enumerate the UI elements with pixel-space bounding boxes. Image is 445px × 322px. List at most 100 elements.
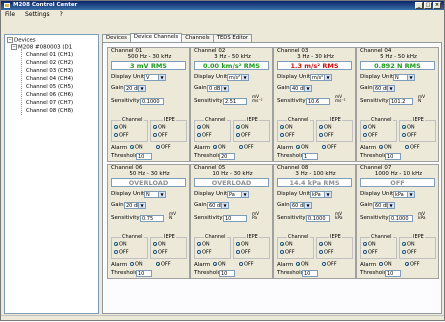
display-unit-select[interactable]: kPa ▼	[310, 191, 332, 198]
channel-on-radio[interactable]: ON	[280, 242, 293, 248]
iepe-on-radio[interactable]: ON	[236, 242, 249, 248]
radio-icon[interactable]	[319, 242, 323, 246]
alarm-off-radio[interactable]: OFF	[405, 145, 420, 151]
iepe-off-radio[interactable]: OFF	[402, 250, 417, 256]
chevron-down-icon[interactable]: ▼	[138, 203, 145, 208]
tree-channel-item[interactable]: Channel 06 (CH6)	[26, 92, 73, 98]
tree-channel-item[interactable]: Channel 04 (CH4)	[26, 76, 73, 82]
threshold-field[interactable]: 10	[136, 153, 152, 160]
channel-off-radio[interactable]: OFF	[114, 250, 129, 256]
radio-icon[interactable]	[402, 125, 406, 129]
sensitivity-field[interactable]: 2.51	[223, 98, 247, 105]
device-tree[interactable]: − Devices − M208 #080003 (D1 Channel 01 (C…	[4, 34, 99, 314]
threshold-field[interactable]: 10	[385, 270, 401, 277]
chevron-down-icon[interactable]: ▼	[221, 86, 228, 91]
radio-icon[interactable]	[114, 133, 118, 137]
threshold-field[interactable]: 10	[302, 270, 318, 277]
channel-off-radio[interactable]: OFF	[280, 250, 295, 256]
radio-icon[interactable]	[236, 250, 240, 254]
display-unit-select[interactable]: Pa ▼	[227, 191, 249, 198]
gain-select[interactable]: 60 dB ▼	[207, 202, 229, 209]
minimize-button[interactable]: _	[415, 2, 423, 9]
chevron-down-icon[interactable]: ▼	[387, 86, 394, 91]
gain-select[interactable]: 60 dB ▼	[290, 202, 312, 209]
close-button[interactable]: ×	[433, 2, 441, 9]
collapse-icon[interactable]: −	[11, 44, 17, 50]
sensitivity-field[interactable]: 10.6	[306, 98, 330, 105]
radio-icon[interactable]	[153, 242, 157, 246]
radio-icon[interactable]	[363, 133, 367, 137]
alarm-on-radio[interactable]: ON	[130, 262, 143, 268]
sensitivity-field[interactable]: 0.1000	[306, 215, 330, 222]
alarm-off-radio[interactable]: OFF	[322, 262, 337, 268]
gain-select[interactable]: 0 dB ▼	[207, 85, 229, 92]
gain-select[interactable]: 40 dB ▼	[290, 85, 312, 92]
display-unit-select[interactable]: N ▼	[393, 74, 415, 81]
sensitivity-field[interactable]: 0.1000	[140, 98, 164, 105]
display-unit-select[interactable]: V ▼	[144, 74, 166, 81]
alarm-on-radio[interactable]: ON	[296, 262, 309, 268]
radio-icon[interactable]	[239, 145, 243, 149]
gain-select[interactable]: 20 dB ▼	[124, 202, 146, 209]
alarm-on-radio[interactable]: ON	[213, 145, 226, 151]
iepe-on-radio[interactable]: ON	[153, 242, 166, 248]
maximize-button[interactable]: □	[424, 2, 432, 9]
radio-icon[interactable]	[405, 145, 409, 149]
channel-on-radio[interactable]: ON	[363, 242, 376, 248]
chevron-down-icon[interactable]: ▼	[324, 75, 331, 80]
chevron-down-icon[interactable]: ▼	[304, 203, 311, 208]
alarm-off-radio[interactable]: OFF	[405, 262, 420, 268]
threshold-field[interactable]: 10	[136, 270, 152, 277]
alarm-on-radio[interactable]: ON	[379, 262, 392, 268]
menu-file[interactable]: File	[5, 10, 15, 19]
alarm-on-radio[interactable]: ON	[130, 145, 143, 151]
tab-channels[interactable]: Channels	[181, 34, 214, 42]
channel-on-radio[interactable]: ON	[114, 125, 127, 131]
tree-channel-item[interactable]: Channel 08 (CH8)	[26, 108, 73, 114]
tree-channel-item[interactable]: Channel 02 (CH2)	[26, 60, 73, 66]
chevron-down-icon[interactable]: ▼	[158, 75, 165, 80]
iepe-off-radio[interactable]: OFF	[153, 133, 168, 139]
alarm-off-radio[interactable]: OFF	[239, 145, 254, 151]
tree-root[interactable]: − Devices	[7, 37, 36, 44]
radio-icon[interactable]	[153, 250, 157, 254]
channel-off-radio[interactable]: OFF	[363, 250, 378, 256]
radio-icon[interactable]	[379, 145, 383, 149]
radio-icon[interactable]	[363, 242, 367, 246]
channel-off-radio[interactable]: OFF	[280, 133, 295, 139]
alarm-off-radio[interactable]: OFF	[239, 262, 254, 268]
threshold-field[interactable]: 20	[219, 153, 235, 160]
iepe-on-radio[interactable]: ON	[236, 125, 249, 131]
iepe-on-radio[interactable]: ON	[402, 125, 415, 131]
alarm-on-radio[interactable]: ON	[379, 145, 392, 151]
iepe-on-radio[interactable]: ON	[319, 242, 332, 248]
threshold-field[interactable]: 10	[219, 270, 235, 277]
radio-icon[interactable]	[197, 242, 201, 246]
channel-on-radio[interactable]: ON	[114, 242, 127, 248]
radio-icon[interactable]	[153, 125, 157, 129]
iepe-off-radio[interactable]: OFF	[236, 133, 251, 139]
channel-on-radio[interactable]: ON	[363, 125, 376, 131]
tree-channel-item[interactable]: Channel 03 (CH3)	[26, 68, 73, 74]
tree-channel-item[interactable]: Channel 07 (CH7)	[26, 100, 73, 106]
chevron-down-icon[interactable]: ▼	[158, 192, 165, 197]
radio-icon[interactable]	[402, 250, 406, 254]
radio-icon[interactable]	[319, 133, 323, 137]
alarm-off-radio[interactable]: OFF	[322, 145, 337, 151]
radio-icon[interactable]	[239, 262, 243, 266]
radio-icon[interactable]	[322, 262, 326, 266]
radio-icon[interactable]	[236, 242, 240, 246]
radio-icon[interactable]	[322, 145, 326, 149]
channel-off-radio[interactable]: OFF	[114, 133, 129, 139]
radio-icon[interactable]	[114, 250, 118, 254]
chevron-down-icon[interactable]: ▼	[324, 192, 331, 197]
tab-devices[interactable]: Devices	[102, 34, 131, 42]
iepe-off-radio[interactable]: OFF	[153, 250, 168, 256]
radio-icon[interactable]	[236, 133, 240, 137]
menu-settings[interactable]: Settings	[25, 10, 50, 19]
iepe-on-radio[interactable]: ON	[319, 125, 332, 131]
chevron-down-icon[interactable]: ▼	[221, 203, 228, 208]
display-unit-select[interactable]: m/s² ▼	[310, 74, 332, 81]
radio-icon[interactable]	[363, 250, 367, 254]
chevron-down-icon[interactable]: ▼	[241, 192, 248, 197]
